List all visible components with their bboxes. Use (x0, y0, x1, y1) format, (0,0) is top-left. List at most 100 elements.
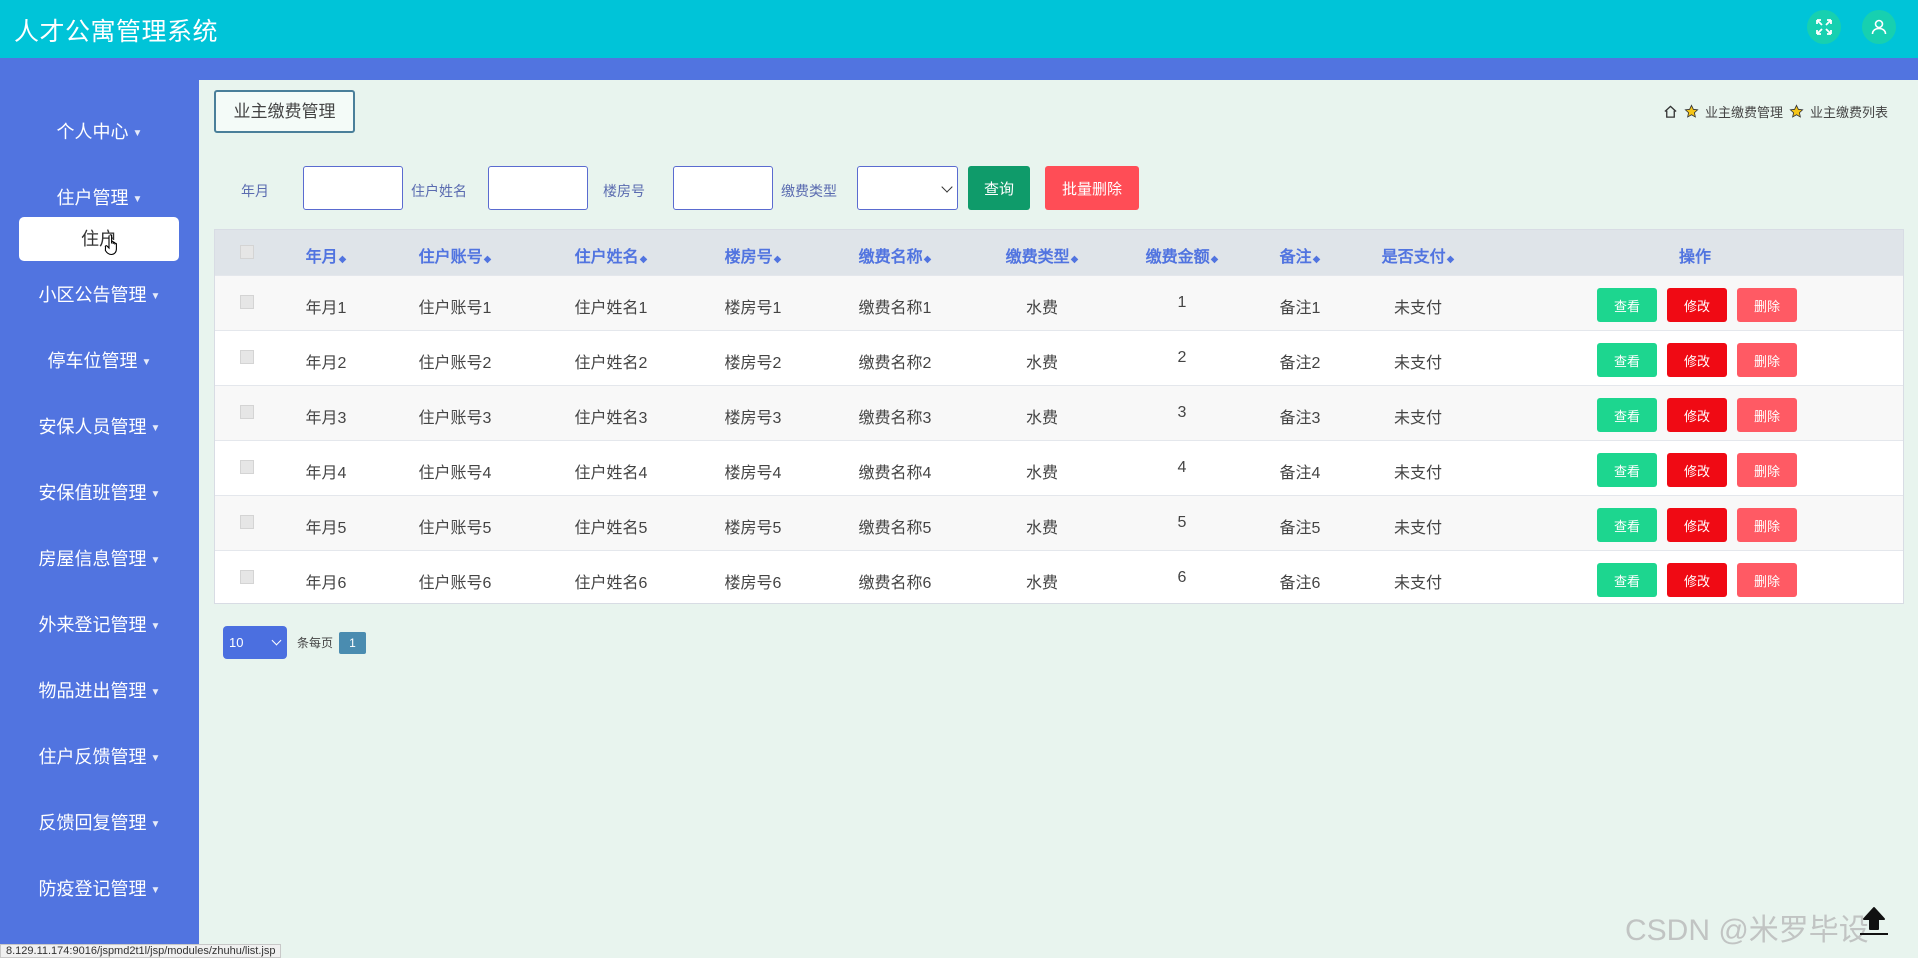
cell-is-paid: 未支付 (1393, 465, 1443, 482)
cell-remark: 备注2 (1279, 355, 1321, 372)
delete-button[interactable]: 删除 (1737, 563, 1797, 597)
header-fee-type[interactable]: 缴费类型◆ (1006, 243, 1079, 267)
view-button[interactable]: 查看 (1597, 288, 1657, 322)
cell-month: 年月2 (305, 355, 347, 372)
fee-type-label: 缴费类型 (781, 183, 837, 199)
sidebar-subitem-resident[interactable]: 住户 (19, 217, 179, 261)
delete-button[interactable]: 删除 (1737, 508, 1797, 542)
cell-is-paid: 未支付 (1393, 575, 1443, 592)
cell-resident-name: 住户姓名6 (574, 575, 648, 592)
edit-button[interactable]: 修改 (1667, 453, 1727, 487)
cell-fee-type: 水费 (1025, 355, 1059, 372)
cell-fee-name: 缴费名称5 (858, 520, 932, 537)
cell-is-paid: 未支付 (1393, 355, 1443, 372)
delete-button[interactable]: 删除 (1737, 398, 1797, 432)
sort-icon: ◆ (1446, 254, 1455, 265)
caret-down-icon: ▼ (150, 884, 161, 896)
fullscreen-icon[interactable] (1807, 10, 1841, 44)
header-resident-name[interactable]: 住户姓名◆ (575, 243, 648, 267)
cell-is-paid: 未支付 (1393, 520, 1443, 537)
month-input[interactable] (303, 166, 403, 210)
cell-resident-name: 住户姓名3 (574, 410, 648, 427)
delete-button[interactable]: 删除 (1737, 288, 1797, 322)
sidebar-item-security-staff-management[interactable]: 安保人员管理 ▼ (0, 413, 199, 439)
cell-room-number: 楼房号2 (724, 355, 782, 372)
edit-button[interactable]: 修改 (1667, 288, 1727, 322)
header-resident-account[interactable]: 住户账号◆ (419, 243, 492, 267)
sidebar-item-parking-management[interactable]: 停车位管理 ▼ (0, 347, 199, 373)
cell-fee-name: 缴费名称2 (858, 355, 932, 372)
cell-resident-name: 住户姓名1 (574, 300, 648, 317)
cell-room-number: 楼房号1 (724, 300, 782, 317)
row-checkbox[interactable] (240, 515, 254, 529)
header-month[interactable]: 年月◆ (306, 243, 347, 267)
row-checkbox[interactable] (240, 570, 254, 584)
batch-delete-button[interactable]: 批量删除 (1045, 166, 1139, 210)
header-room-number[interactable]: 楼房号◆ (725, 243, 782, 267)
sidebar-item-resident-feedback-management[interactable]: 住户反馈管理 ▼ (0, 743, 199, 769)
cell-fee-type: 水费 (1025, 410, 1059, 427)
sort-icon: ◆ (639, 254, 648, 265)
sidebar-item-resident-management[interactable]: 住户管理 ▼ (0, 184, 199, 210)
row-checkbox[interactable] (240, 405, 254, 419)
sort-icon: ◆ (483, 254, 492, 265)
view-button[interactable]: 查看 (1597, 508, 1657, 542)
sidebar-item-security-duty-management[interactable]: 安保值班管理 ▼ (0, 479, 199, 505)
header-is-paid[interactable]: 是否支付◆ (1382, 243, 1455, 267)
cell-month: 年月3 (305, 410, 347, 427)
back-to-top-icon[interactable] (1856, 902, 1892, 938)
view-button[interactable]: 查看 (1597, 563, 1657, 597)
resident-name-input[interactable] (488, 166, 588, 210)
pagination: 10 条每页 1 (223, 626, 367, 659)
view-button[interactable]: 查看 (1597, 343, 1657, 377)
sidebar-item-goods-inout-management[interactable]: 物品进出管理 ▼ (0, 677, 199, 703)
row-checkbox[interactable] (240, 350, 254, 364)
cell-month: 年月5 (305, 520, 347, 537)
cell-remark: 备注1 (1279, 300, 1321, 317)
header-fee-amount[interactable]: 缴费金额◆ (1146, 243, 1219, 267)
room-number-input[interactable] (673, 166, 773, 210)
sidebar-item-feedback-reply-management[interactable]: 反馈回复管理 ▼ (0, 809, 199, 835)
row-checkbox[interactable] (240, 460, 254, 474)
cell-month: 年月6 (305, 575, 347, 592)
page-size-select[interactable]: 10 (223, 626, 287, 659)
view-button[interactable]: 查看 (1597, 453, 1657, 487)
row-checkbox[interactable] (240, 295, 254, 309)
caret-down-icon: ▼ (150, 554, 161, 566)
caret-down-icon: ▼ (150, 488, 161, 500)
select-all-checkbox[interactable] (240, 245, 254, 259)
header-fee-name[interactable]: 缴费名称◆ (859, 243, 932, 267)
sidebar-item-announcement-management[interactable]: 小区公告管理 ▼ (0, 281, 199, 307)
cell-resident-name: 住户姓名4 (574, 465, 648, 482)
caret-down-icon: ▼ (150, 290, 161, 302)
sidebar-item-house-info-management[interactable]: 房屋信息管理 ▼ (0, 545, 199, 571)
edit-button[interactable]: 修改 (1667, 343, 1727, 377)
sidebar-item-personal-center[interactable]: 个人中心 ▼ (0, 118, 199, 144)
page-number-button[interactable]: 1 (339, 631, 367, 654)
cell-remark: 备注6 (1279, 575, 1321, 592)
cell-remark: 备注3 (1279, 410, 1321, 427)
cell-fee-type: 水费 (1025, 465, 1059, 482)
sidebar-item-visitor-registration-management[interactable]: 外来登记管理 ▼ (0, 611, 199, 637)
table-header: 年月◆ 住户账号◆ 住户姓名◆ 楼房号◆ 缴费名称◆ 缴费类型◆ 缴费金额◆ 备… (215, 230, 1903, 275)
delete-button[interactable]: 删除 (1737, 343, 1797, 377)
user-icon[interactable] (1862, 10, 1896, 44)
view-button[interactable]: 查看 (1597, 398, 1657, 432)
cell-is-paid: 未支付 (1393, 410, 1443, 427)
cell-fee-name: 缴费名称3 (858, 410, 932, 427)
cell-resident-name: 住户姓名5 (574, 520, 648, 537)
delete-button[interactable]: 删除 (1737, 453, 1797, 487)
hand-cursor-icon (104, 234, 117, 256)
query-button[interactable]: 查询 (968, 166, 1030, 210)
cell-month: 年月1 (305, 300, 347, 317)
sidebar-item-epidemic-registration-management[interactable]: 防疫登记管理 ▼ (0, 875, 199, 901)
header-remark[interactable]: 备注◆ (1280, 243, 1321, 267)
caret-down-icon: ▼ (150, 620, 161, 632)
caret-down-icon: ▼ (150, 752, 161, 764)
edit-button[interactable]: 修改 (1667, 508, 1727, 542)
fee-type-select[interactable] (857, 166, 958, 210)
edit-button[interactable]: 修改 (1667, 563, 1727, 597)
edit-button[interactable]: 修改 (1667, 398, 1727, 432)
cell-fee-type: 水费 (1025, 575, 1059, 592)
main-content: 业主缴费管理 业主缴费管理 业主缴费列表 年月 住户姓名 楼房号 缴费类型 查询… (199, 80, 1918, 958)
